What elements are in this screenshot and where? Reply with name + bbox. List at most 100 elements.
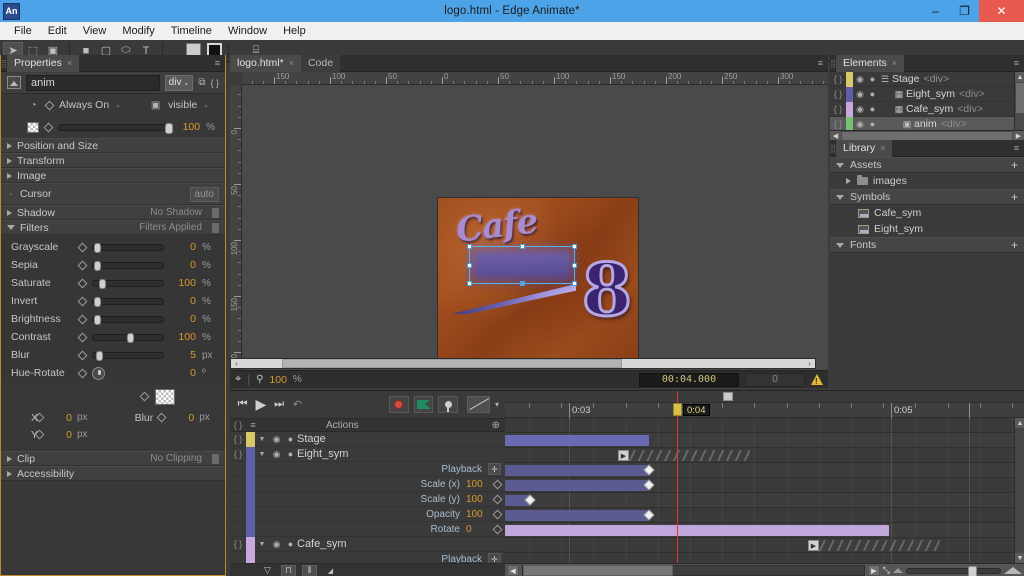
clip-toggle[interactable]: [212, 453, 219, 464]
chevron-down-icon[interactable]: ⌄: [203, 101, 209, 109]
opacity-slider[interactable]: [58, 122, 173, 134]
auto-keyframe-button[interactable]: [388, 396, 409, 413]
shadow-y-value[interactable]: 0: [48, 429, 72, 441]
keyframe-icon[interactable]: [492, 479, 503, 489]
timeline-row-playback-cafe[interactable]: Playback ✛: [230, 551, 505, 563]
chevron-down-icon[interactable]: ▼: [255, 451, 269, 458]
scroll-up-icon[interactable]: ▲: [1015, 72, 1024, 82]
lock-dot-icon[interactable]: ●: [284, 539, 297, 549]
selection-handle-br[interactable]: [572, 281, 577, 286]
filter-slider[interactable]: [92, 332, 164, 343]
elements-vscroll-thumb[interactable]: [1016, 83, 1024, 113]
keyframe-icon[interactable]: [492, 509, 503, 519]
track-row-playback-eight[interactable]: ▶: [505, 448, 1024, 463]
track-bar-scale-y[interactable]: [505, 480, 648, 491]
property-value[interactable]: 100: [466, 479, 488, 490]
scroll-down-icon[interactable]: ▼: [1015, 553, 1024, 563]
property-value[interactable]: 100: [466, 509, 488, 520]
lock-dot-icon[interactable]: ●: [867, 119, 878, 129]
add-font-button[interactable]: +: [1011, 239, 1018, 251]
braces-icon[interactable]: { }: [830, 74, 846, 84]
menu-modify[interactable]: Modify: [114, 22, 162, 40]
braces-icon[interactable]: { }: [230, 539, 246, 549]
menu-timeline[interactable]: Timeline: [163, 22, 220, 40]
lock-dot-icon[interactable]: ●: [284, 434, 297, 444]
playhead-marker[interactable]: [673, 403, 682, 416]
filter-value[interactable]: 100: [170, 331, 196, 343]
vertical-ruler[interactable]: 50050100150200250: [230, 85, 242, 388]
timeline-row-stage[interactable]: { } ▼ ◉ ● Stage: [230, 432, 505, 447]
toggle-pin-button[interactable]: [438, 396, 458, 413]
timeline-row-scale-x[interactable]: Scale (x) 100: [230, 476, 505, 492]
library-panel-menu-icon[interactable]: ≡: [1014, 143, 1019, 153]
section-position-and-size[interactable]: Position and Size: [1, 138, 225, 153]
track-bar-eight-sym[interactable]: [505, 435, 649, 446]
shadow-x-value[interactable]: 0: [48, 412, 72, 424]
lock-dot-icon[interactable]: ●: [867, 74, 878, 84]
scrub-handle[interactable]: [723, 392, 733, 401]
filter-keyframe-icon[interactable]: [77, 314, 88, 324]
filter-value[interactable]: 0: [170, 295, 196, 307]
resize-grip-icon[interactable]: ◢: [323, 565, 338, 576]
filter-value[interactable]: 100: [170, 277, 196, 289]
easing-button[interactable]: [466, 396, 490, 413]
filter-value[interactable]: 0: [170, 259, 196, 271]
go-to-start-icon[interactable]: ⏮: [236, 397, 249, 412]
cursor-value[interactable]: auto: [189, 186, 219, 202]
timeline-vertical-scrollbar[interactable]: ▲ ▼: [1014, 418, 1024, 563]
track-bar-rotate[interactable]: [505, 510, 648, 521]
timeline-scrub-track[interactable]: [505, 391, 1024, 403]
library-section-fonts[interactable]: Fonts +: [830, 237, 1024, 253]
horizontal-ruler[interactable]: 20015010050050100150200250300350400450: [242, 72, 828, 85]
braces-icon[interactable]: { }: [230, 449, 246, 459]
timeline-row-cafe-sym[interactable]: { } ▼ ◉ ● Cafe_sym: [230, 536, 505, 552]
shadow-blur-keyframe-icon[interactable]: [156, 412, 167, 423]
section-accessibility[interactable]: Accessibility: [1, 466, 225, 481]
element-tag-select[interactable]: div ⌄: [164, 74, 194, 91]
braces-icon[interactable]: { }: [230, 434, 246, 444]
selection-handle-ml[interactable]: [467, 263, 472, 268]
eye-icon[interactable]: ◉: [269, 449, 284, 460]
library-item-eight-sym[interactable]: Eight_sym: [830, 221, 1024, 237]
keyframe-icon[interactable]: [492, 524, 503, 534]
chevron-down-icon[interactable]: ▼: [255, 436, 269, 443]
element-row-stage[interactable]: { } ◉ ● ☰ Stage <div>: [830, 72, 1024, 87]
library-item-images[interactable]: images: [830, 173, 1024, 189]
stage-secondary-field[interactable]: 0: [745, 372, 805, 387]
menu-edit[interactable]: Edit: [40, 22, 75, 40]
track-bar-scale-x[interactable]: [505, 465, 648, 476]
filter-slider[interactable]: [92, 278, 164, 289]
hue-rotate-dial[interactable]: [92, 366, 105, 380]
filter-keyframe-icon[interactable]: [77, 278, 88, 288]
track-row-cafe-sym[interactable]: [505, 523, 1024, 538]
library-item-cafe-sym[interactable]: Cafe_sym: [830, 205, 1024, 221]
menu-file[interactable]: File: [6, 22, 40, 40]
tab-elements[interactable]: Elements ×: [836, 54, 905, 72]
chevron-down-icon[interactable]: ⌄: [115, 101, 121, 109]
chevron-right-icon[interactable]: [846, 178, 851, 184]
go-to-end-icon[interactable]: ⏭: [272, 397, 285, 412]
shadow-blur-value[interactable]: 0: [170, 412, 194, 424]
tab-logo-html[interactable]: logo.html* ×: [230, 54, 301, 72]
filter-icon[interactable]: ▽: [260, 565, 275, 576]
filter-keyframe-icon[interactable]: [77, 242, 88, 252]
braces-icon[interactable]: { }: [210, 78, 219, 88]
property-value[interactable]: 0: [466, 524, 488, 535]
close-icon[interactable]: ×: [892, 58, 897, 68]
section-shadow[interactable]: Shadow No Shadow: [1, 205, 225, 220]
track-row-scale-y[interactable]: [505, 478, 1024, 493]
filter-keyframe-icon[interactable]: [77, 350, 88, 360]
elements-horizontal-scrollbar[interactable]: ◀ ▶: [830, 130, 1024, 140]
tab-code[interactable]: Code: [300, 54, 341, 72]
timeline-ruler[interactable]: 0:03 0:04 0:05: [505, 403, 1024, 418]
filter-value[interactable]: 5: [170, 349, 196, 361]
eye-icon[interactable]: ◉: [853, 74, 867, 85]
close-button[interactable]: ✕: [979, 0, 1024, 22]
eye-icon[interactable]: ◉: [853, 89, 867, 100]
magnifier-icon[interactable]: ⚲: [256, 374, 263, 385]
playback-trigger-button-cafe[interactable]: ▶: [808, 540, 819, 551]
timeline-zoom-knob[interactable]: [968, 565, 978, 576]
element-row-cafe-sym[interactable]: { } ◉ ● ▦ Cafe_sym <div>: [830, 101, 1024, 117]
snap-icon[interactable]: ⊓: [281, 564, 296, 576]
timeline-row-scale-y[interactable]: Scale (y) 100: [230, 491, 505, 507]
